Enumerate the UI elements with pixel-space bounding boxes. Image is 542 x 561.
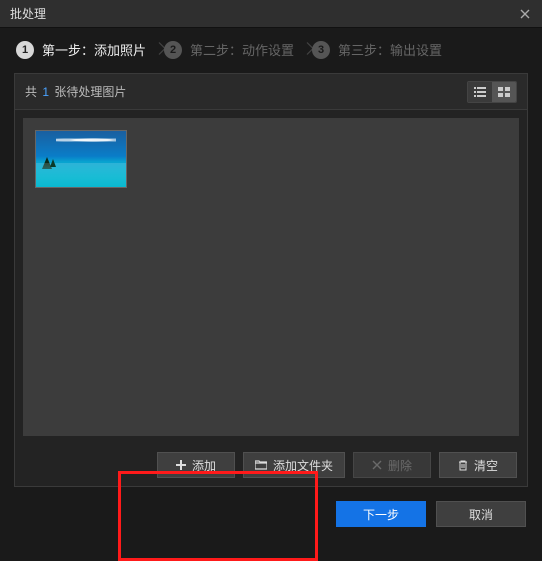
list-icon [474, 87, 486, 97]
thumbnail-art [56, 137, 116, 143]
folder-icon [255, 460, 267, 470]
pending-count-label: 共 1 张待处理图片 [25, 83, 126, 100]
step-number-icon: 2 [164, 41, 182, 59]
thumbnail-art [36, 163, 126, 187]
panel-toolbar: 添加 添加文件夹 删除 清空 [15, 444, 527, 486]
window-title: 批处理 [10, 5, 46, 22]
count-suffix: 张待处理图片 [54, 85, 126, 99]
step-1[interactable]: 1 第一步：添加照片 [16, 40, 164, 59]
cancel-button[interactable]: 取消 [436, 501, 526, 527]
step-2[interactable]: 2 第二步：动作设置 [164, 40, 312, 59]
close-button[interactable] [508, 0, 542, 28]
panel-header: 共 1 张待处理图片 [15, 74, 527, 110]
grid-icon [498, 87, 510, 97]
step-number-icon: 3 [312, 41, 330, 59]
add-button[interactable]: 添加 [157, 452, 235, 478]
button-label: 添加文件夹 [273, 457, 333, 474]
count-value: 1 [42, 85, 49, 99]
step-number-icon: 1 [16, 41, 34, 59]
button-label: 删除 [388, 457, 412, 474]
button-label: 添加 [192, 457, 216, 474]
view-toggle [467, 81, 517, 103]
step-wizard: 1 第一步：添加照片 2 第二步：动作设置 3 第三步：输出设置 [0, 28, 542, 73]
thumbnail-area [23, 118, 519, 436]
dialog-footer: 下一步 取消 [0, 487, 542, 541]
button-label: 取消 [469, 506, 493, 523]
button-label: 下一步 [363, 506, 399, 523]
clear-button[interactable]: 清空 [439, 452, 517, 478]
step-3[interactable]: 3 第三步：输出设置 [312, 40, 460, 59]
image-thumbnail[interactable] [35, 130, 127, 188]
grid-view-button[interactable] [492, 82, 516, 102]
list-view-button[interactable] [468, 82, 492, 102]
close-icon [520, 9, 530, 19]
plus-icon [176, 460, 186, 470]
button-label: 清空 [474, 457, 498, 474]
step-label: 第三步：输出设置 [338, 40, 442, 59]
delete-button[interactable]: 删除 [353, 452, 431, 478]
delete-icon [372, 460, 382, 470]
content-panel: 共 1 张待处理图片 添加 添加文件夹 删除 [14, 73, 528, 487]
next-button[interactable]: 下一步 [336, 501, 426, 527]
count-prefix: 共 [25, 85, 37, 99]
trash-icon [458, 460, 468, 471]
step-label: 第一步：添加照片 [42, 40, 146, 59]
titlebar: 批处理 [0, 0, 542, 28]
step-label: 第二步：动作设置 [190, 40, 294, 59]
add-folder-button[interactable]: 添加文件夹 [243, 452, 345, 478]
